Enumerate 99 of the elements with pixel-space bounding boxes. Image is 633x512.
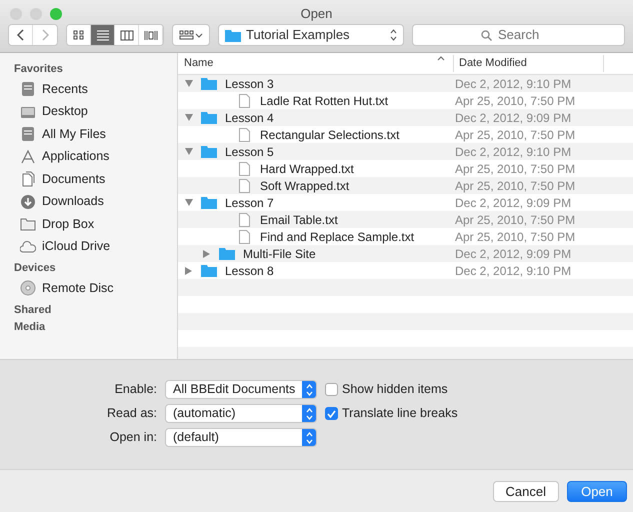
cover-flow-icon bbox=[144, 28, 158, 42]
date-modified: Apr 25, 2010, 7:50 PM bbox=[455, 92, 576, 110]
date-modified: Dec 2, 2012, 9:10 PM bbox=[455, 76, 572, 92]
grid-icon bbox=[72, 28, 86, 42]
sidebar-item[interactable]: Desktop bbox=[14, 100, 177, 123]
tray-icon bbox=[20, 126, 36, 142]
disc-icon bbox=[20, 280, 36, 296]
arrange-button[interactable] bbox=[173, 25, 209, 45]
expanded-triangle-icon[interactable] bbox=[184, 199, 192, 206]
stepper-icon bbox=[390, 29, 397, 41]
sidebar-item[interactable]: Recents bbox=[14, 78, 177, 100]
back-button[interactable] bbox=[9, 25, 33, 45]
checkbox[interactable] bbox=[325, 407, 338, 420]
popup-menu[interactable]: (default) bbox=[165, 428, 317, 447]
file-name[interactable]: Rectangular Selections.txt bbox=[260, 126, 400, 144]
checkbox-label: Show hidden items bbox=[342, 381, 448, 398]
document-icon bbox=[239, 94, 250, 108]
sidebar-section-title: Media bbox=[14, 320, 46, 334]
tray-icon bbox=[20, 81, 36, 98]
popup-menu[interactable]: All BBEdit Documents bbox=[165, 380, 317, 399]
date-modified: Dec 2, 2012, 9:09 PM bbox=[455, 246, 572, 262]
date-modified: Apr 25, 2010, 7:50 PM bbox=[455, 126, 576, 144]
document-icon bbox=[239, 162, 250, 176]
download-icon bbox=[20, 194, 36, 210]
list-view-button[interactable] bbox=[91, 25, 115, 45]
sort-caret-icon bbox=[437, 55, 445, 62]
location-popup[interactable]: Tutorial Examples bbox=[218, 24, 404, 46]
folder-icon bbox=[201, 264, 217, 277]
sidebar-item[interactable]: iCloud Drive bbox=[14, 236, 177, 258]
sidebar-item[interactable]: All My Files bbox=[14, 123, 177, 146]
stepper-icon bbox=[306, 408, 312, 420]
document-icon bbox=[239, 212, 250, 226]
folder-name[interactable]: Lesson 4 bbox=[225, 108, 274, 126]
zoom-button[interactable] bbox=[50, 8, 62, 20]
search-field[interactable]: Search bbox=[412, 24, 625, 46]
date-modified: Apr 25, 2010, 7:50 PM bbox=[455, 178, 576, 194]
compass-icon bbox=[20, 148, 36, 165]
folder-name[interactable]: Lesson 5 bbox=[225, 142, 274, 160]
popup-menu[interactable]: (automatic) bbox=[165, 404, 317, 423]
checkbox[interactable] bbox=[325, 383, 338, 396]
file-name[interactable]: Find and Replace Sample.txt bbox=[260, 228, 414, 246]
folder-icon bbox=[201, 145, 217, 158]
icon-view-button[interactable] bbox=[67, 25, 91, 45]
documents-icon bbox=[20, 171, 36, 188]
sidebar-section-title: Shared bbox=[14, 302, 52, 316]
document-icon bbox=[239, 128, 250, 142]
cloud-icon bbox=[20, 238, 36, 255]
column-header[interactable]: Date Modified bbox=[455, 57, 527, 70]
date-modified: Dec 2, 2012, 9:09 PM bbox=[455, 110, 572, 126]
expanded-triangle-icon[interactable] bbox=[184, 114, 192, 121]
file-name[interactable]: Email Table.txt bbox=[260, 210, 338, 228]
folder-icon bbox=[20, 216, 36, 232]
sidebar-item[interactable]: Downloads bbox=[14, 190, 177, 213]
document-icon bbox=[239, 178, 250, 192]
window-title: Open bbox=[300, 6, 332, 21]
search-input[interactable]: Search bbox=[496, 24, 556, 46]
sidebar-item[interactable]: Documents bbox=[14, 168, 177, 190]
date-modified: Apr 25, 2010, 7:50 PM bbox=[455, 212, 576, 228]
document-icon bbox=[239, 230, 250, 244]
back-icon bbox=[16, 29, 24, 41]
expanded-triangle-icon[interactable] bbox=[184, 148, 192, 155]
date-modified: Apr 25, 2010, 7:50 PM bbox=[455, 160, 576, 178]
grid-caret-icon bbox=[179, 30, 203, 40]
folder-icon bbox=[201, 77, 217, 90]
expanded-triangle-icon[interactable] bbox=[184, 80, 192, 87]
cancel-button[interactable]: Cancel bbox=[492, 480, 559, 502]
date-modified: Apr 25, 2010, 7:50 PM bbox=[455, 228, 576, 246]
stepper-icon bbox=[306, 384, 312, 396]
stepper-icon bbox=[306, 432, 312, 444]
column-header[interactable]: Name bbox=[184, 55, 214, 72]
forward-icon bbox=[41, 29, 49, 41]
date-modified: Dec 2, 2012, 9:09 PM bbox=[455, 194, 572, 212]
sidebar-section-title: Favorites bbox=[14, 62, 64, 76]
folder-icon bbox=[219, 247, 235, 260]
sidebar-item[interactable]: Drop Box bbox=[14, 213, 177, 236]
file-name[interactable]: Ladle Rat Rotten Hut.txt bbox=[260, 92, 388, 110]
date-modified: Dec 2, 2012, 9:10 PM bbox=[455, 144, 572, 160]
collapsed-triangle-icon[interactable] bbox=[203, 250, 210, 258]
folder-name[interactable]: Lesson 3 bbox=[225, 74, 274, 92]
folder-icon bbox=[225, 28, 241, 42]
sidebar-item[interactable]: Applications bbox=[14, 146, 177, 168]
folder-name[interactable]: Lesson 7 bbox=[225, 194, 274, 212]
file-name[interactable]: Soft Wrapped.txt bbox=[260, 176, 350, 194]
date-modified: Dec 2, 2012, 9:10 PM bbox=[455, 262, 572, 280]
checkbox-label: Translate line breaks bbox=[342, 405, 458, 422]
sidebar-item[interactable]: Remote Disc bbox=[14, 277, 177, 300]
columns-icon bbox=[120, 28, 134, 42]
sidebar-section-title: Devices bbox=[14, 261, 57, 275]
folder-icon bbox=[201, 196, 217, 209]
collapsed-triangle-icon[interactable] bbox=[185, 266, 192, 274]
field-label: Enable: bbox=[114, 381, 158, 398]
field-label: Read as: bbox=[106, 405, 158, 422]
folder-name[interactable]: Lesson 8 bbox=[225, 262, 274, 280]
folder-icon bbox=[201, 111, 217, 124]
file-name[interactable]: Hard Wrapped.txt bbox=[260, 160, 354, 178]
search-icon bbox=[481, 30, 492, 40]
field-label: Open in: bbox=[108, 429, 158, 446]
folder-name[interactable]: Multi-File Site bbox=[243, 244, 316, 262]
list-icon bbox=[96, 28, 110, 42]
